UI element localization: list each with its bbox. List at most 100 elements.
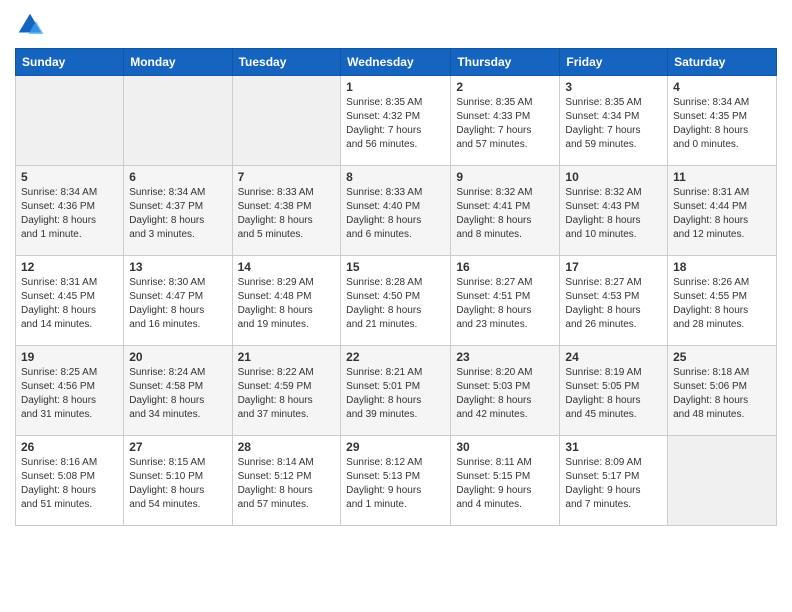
- day-info: Sunrise: 8:35 AM Sunset: 4:33 PM Dayligh…: [456, 96, 554, 152]
- day-info: Sunrise: 8:34 AM Sunset: 4:36 PM Dayligh…: [21, 186, 118, 242]
- week-row-2: 5 Sunrise: 8:34 AM Sunset: 4:36 PM Daylig…: [16, 166, 777, 256]
- calendar-cell: 16 Sunrise: 8:27 AM Sunset: 4:51 PM Dayli…: [451, 256, 560, 346]
- weekday-header-row: SundayMondayTuesdayWednesdayThursdayFrid…: [16, 49, 777, 76]
- calendar-cell: 25 Sunrise: 8:18 AM Sunset: 5:06 PM Dayli…: [668, 346, 777, 436]
- day-info: Sunrise: 8:24 AM Sunset: 4:58 PM Dayligh…: [129, 366, 226, 422]
- calendar-cell: [232, 76, 341, 166]
- day-number: 15: [346, 260, 445, 274]
- calendar-cell: 14 Sunrise: 8:29 AM Sunset: 4:48 PM Dayli…: [232, 256, 341, 346]
- page-header: [15, 10, 777, 40]
- calendar-cell: 13Sunrise: 8:30 AM Sunset: 4:47 PM Dayli…: [124, 256, 232, 346]
- day-number: 26: [21, 440, 118, 454]
- day-number: 29: [346, 440, 445, 454]
- day-info: Sunrise: 8:32 AM Sunset: 4:41 PM Dayligh…: [456, 186, 554, 242]
- day-number: 16: [456, 260, 554, 274]
- day-number: 6: [129, 170, 226, 184]
- day-number: 12: [21, 260, 118, 274]
- day-number: 1: [346, 80, 445, 94]
- day-number: 31: [565, 440, 662, 454]
- day-info: Sunrise: 8:14 AM Sunset: 5:12 PM Dayligh…: [238, 456, 336, 512]
- day-number: 21: [238, 350, 336, 364]
- weekday-header-friday: Friday: [560, 49, 668, 76]
- calendar-cell: 30 Sunrise: 8:11 AM Sunset: 5:15 PM Dayli…: [451, 436, 560, 526]
- weekday-header-monday: Monday: [124, 49, 232, 76]
- logo-icon: [15, 10, 45, 40]
- day-info: Sunrise: 8:31 AM Sunset: 4:44 PM Dayligh…: [673, 186, 771, 242]
- calendar-cell: 7Sunrise: 8:33 AM Sunset: 4:38 PM Daylig…: [232, 166, 341, 256]
- calendar-cell: 6 Sunrise: 8:34 AM Sunset: 4:37 PM Daylig…: [124, 166, 232, 256]
- weekday-header-saturday: Saturday: [668, 49, 777, 76]
- day-info: Sunrise: 8:15 AM Sunset: 5:10 PM Dayligh…: [129, 456, 226, 512]
- calendar-cell: 15 Sunrise: 8:28 AM Sunset: 4:50 PM Dayli…: [341, 256, 451, 346]
- day-info: Sunrise: 8:33 AM Sunset: 4:40 PM Dayligh…: [346, 186, 445, 242]
- weekday-header-tuesday: Tuesday: [232, 49, 341, 76]
- weekday-header-wednesday: Wednesday: [341, 49, 451, 76]
- day-number: 19: [21, 350, 118, 364]
- day-info: Sunrise: 8:35 AM Sunset: 4:34 PM Dayligh…: [565, 96, 662, 152]
- day-number: 11: [673, 170, 771, 184]
- calendar-cell: [668, 436, 777, 526]
- calendar-cell: [16, 76, 124, 166]
- day-info: Sunrise: 8:31 AM Sunset: 4:45 PM Dayligh…: [21, 276, 118, 332]
- day-info: Sunrise: 8:25 AM Sunset: 4:56 PM Dayligh…: [21, 366, 118, 422]
- calendar-cell: 11 Sunrise: 8:31 AM Sunset: 4:44 PM Dayli…: [668, 166, 777, 256]
- day-number: 8: [346, 170, 445, 184]
- calendar-cell: 3 Sunrise: 8:35 AM Sunset: 4:34 PM Daylig…: [560, 76, 668, 166]
- calendar-cell: 1Sunrise: 8:35 AM Sunset: 4:32 PM Daylig…: [341, 76, 451, 166]
- weekday-header-sunday: Sunday: [16, 49, 124, 76]
- day-number: 3: [565, 80, 662, 94]
- calendar-cell: 20 Sunrise: 8:24 AM Sunset: 4:58 PM Dayli…: [124, 346, 232, 436]
- calendar-cell: 5 Sunrise: 8:34 AM Sunset: 4:36 PM Daylig…: [16, 166, 124, 256]
- day-info: Sunrise: 8:21 AM Sunset: 5:01 PM Dayligh…: [346, 366, 445, 422]
- day-info: Sunrise: 8:28 AM Sunset: 4:50 PM Dayligh…: [346, 276, 445, 332]
- week-row-4: 19 Sunrise: 8:25 AM Sunset: 4:56 PM Dayli…: [16, 346, 777, 436]
- day-number: 18: [673, 260, 771, 274]
- day-info: Sunrise: 8:16 AM Sunset: 5:08 PM Dayligh…: [21, 456, 118, 512]
- day-info: Sunrise: 8:26 AM Sunset: 4:55 PM Dayligh…: [673, 276, 771, 332]
- day-number: 28: [238, 440, 336, 454]
- day-number: 2: [456, 80, 554, 94]
- calendar-cell: 22 Sunrise: 8:21 AM Sunset: 5:01 PM Dayli…: [341, 346, 451, 436]
- day-number: 22: [346, 350, 445, 364]
- calendar-cell: 23 Sunrise: 8:20 AM Sunset: 5:03 PM Dayli…: [451, 346, 560, 436]
- day-number: 4: [673, 80, 771, 94]
- day-info: Sunrise: 8:11 AM Sunset: 5:15 PM Dayligh…: [456, 456, 554, 512]
- day-info: Sunrise: 8:12 AM Sunset: 5:13 PM Dayligh…: [346, 456, 445, 512]
- day-number: 27: [129, 440, 226, 454]
- calendar-cell: 27 Sunrise: 8:15 AM Sunset: 5:10 PM Dayli…: [124, 436, 232, 526]
- calendar-cell: [124, 76, 232, 166]
- calendar-cell: 21 Sunrise: 8:22 AM Sunset: 4:59 PM Dayli…: [232, 346, 341, 436]
- calendar-cell: 29 Sunrise: 8:12 AM Sunset: 5:13 PM Dayli…: [341, 436, 451, 526]
- day-number: 25: [673, 350, 771, 364]
- calendar-cell: 9 Sunrise: 8:32 AM Sunset: 4:41 PM Daylig…: [451, 166, 560, 256]
- calendar-cell: 28 Sunrise: 8:14 AM Sunset: 5:12 PM Dayli…: [232, 436, 341, 526]
- week-row-3: 12 Sunrise: 8:31 AM Sunset: 4:45 PM Dayli…: [16, 256, 777, 346]
- day-number: 9: [456, 170, 554, 184]
- day-number: 30: [456, 440, 554, 454]
- day-number: 7: [238, 170, 336, 184]
- day-number: 13: [129, 260, 226, 274]
- day-number: 17: [565, 260, 662, 274]
- calendar-cell: 17Sunrise: 8:27 AM Sunset: 4:53 PM Dayli…: [560, 256, 668, 346]
- day-number: 23: [456, 350, 554, 364]
- calendar-cell: 10 Sunrise: 8:32 AM Sunset: 4:43 PM Dayli…: [560, 166, 668, 256]
- day-info: Sunrise: 8:32 AM Sunset: 4:43 PM Dayligh…: [565, 186, 662, 242]
- day-number: 20: [129, 350, 226, 364]
- day-info: Sunrise: 8:22 AM Sunset: 4:59 PM Dayligh…: [238, 366, 336, 422]
- calendar-table: SundayMondayTuesdayWednesdayThursdayFrid…: [15, 48, 777, 526]
- day-number: 5: [21, 170, 118, 184]
- day-number: 10: [565, 170, 662, 184]
- day-info: Sunrise: 8:27 AM Sunset: 4:51 PM Dayligh…: [456, 276, 554, 332]
- day-number: 14: [238, 260, 336, 274]
- calendar-cell: 4Sunrise: 8:34 AM Sunset: 4:35 PM Daylig…: [668, 76, 777, 166]
- calendar-cell: 24Sunrise: 8:19 AM Sunset: 5:05 PM Dayli…: [560, 346, 668, 436]
- day-info: Sunrise: 8:19 AM Sunset: 5:05 PM Dayligh…: [565, 366, 662, 422]
- week-row-5: 26 Sunrise: 8:16 AM Sunset: 5:08 PM Dayli…: [16, 436, 777, 526]
- day-info: Sunrise: 8:20 AM Sunset: 5:03 PM Dayligh…: [456, 366, 554, 422]
- day-info: Sunrise: 8:34 AM Sunset: 4:37 PM Dayligh…: [129, 186, 226, 242]
- day-info: Sunrise: 8:09 AM Sunset: 5:17 PM Dayligh…: [565, 456, 662, 512]
- weekday-header-thursday: Thursday: [451, 49, 560, 76]
- day-info: Sunrise: 8:29 AM Sunset: 4:48 PM Dayligh…: [238, 276, 336, 332]
- day-info: Sunrise: 8:18 AM Sunset: 5:06 PM Dayligh…: [673, 366, 771, 422]
- calendar-cell: 31 Sunrise: 8:09 AM Sunset: 5:17 PM Dayli…: [560, 436, 668, 526]
